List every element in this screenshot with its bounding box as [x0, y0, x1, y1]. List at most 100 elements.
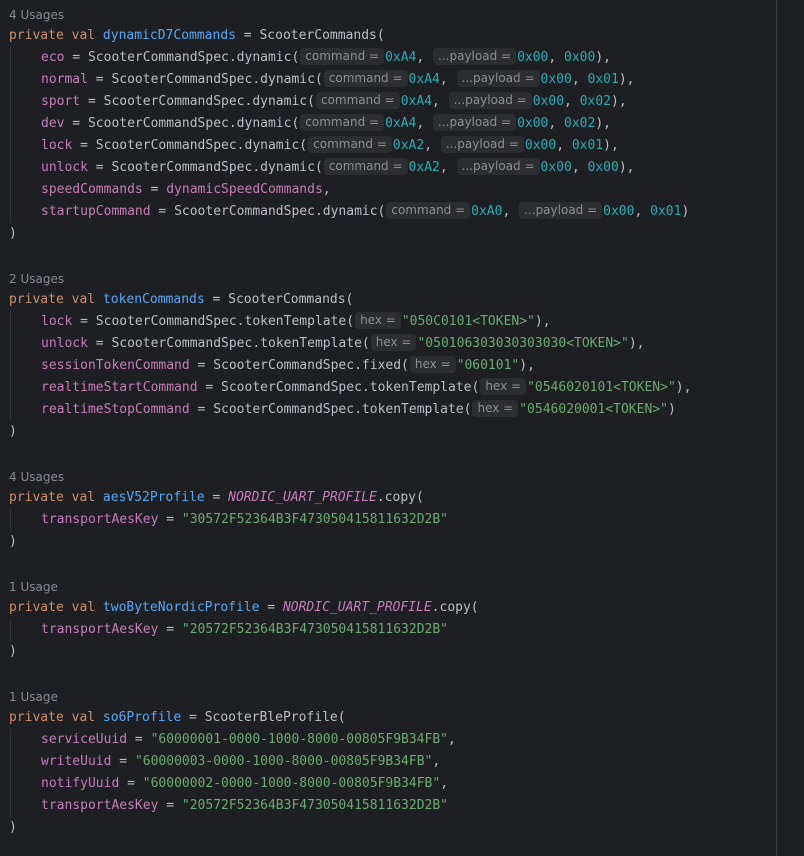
- operator-text: =: [119, 776, 143, 791]
- code-line[interactable]: realtimeStopCommand = ScooterCommandSpec…: [41, 399, 676, 421]
- punctuation-text: ,: [432, 754, 441, 769]
- declaration-name: tokenCommands: [102, 292, 205, 307]
- usages-inlay[interactable]: 4 Usages: [9, 469, 64, 485]
- code-line[interactable]: unlock = ScooterCommandSpec.tokenTemplat…: [41, 333, 644, 355]
- call-text: ScooterCommandSpec.dynamic(: [174, 204, 386, 219]
- call-text: .copy(: [431, 600, 479, 615]
- number-literal: 0xA4: [408, 72, 440, 87]
- string-literal: "050106303030303030<TOKEN>": [417, 336, 629, 351]
- number-literal: 0x02: [564, 116, 596, 131]
- property-name: sessionTokenCommand: [41, 358, 190, 373]
- punctuation-text: ),: [603, 138, 619, 153]
- operator-text: =: [142, 182, 167, 197]
- operator-text: =: [189, 402, 214, 417]
- punctuation-text: ,: [448, 732, 456, 747]
- operator-text: =: [72, 314, 96, 329]
- closing-paren-line[interactable]: ): [9, 817, 17, 839]
- parameter-name-hint: hex =: [370, 334, 417, 351]
- number-literal: 0x00: [603, 204, 635, 219]
- declaration-line[interactable]: private val so6Profile = ScooterBleProfi…: [9, 707, 346, 729]
- code-line[interactable]: lock = ScooterCommandSpec.dynamic(comman…: [41, 135, 619, 157]
- number-literal: 0x00: [587, 160, 619, 175]
- declaration-line[interactable]: private val dynamicD7Commands = ScooterC…: [9, 25, 385, 47]
- operator-text: =: [80, 94, 104, 109]
- operator-text: =: [204, 292, 229, 307]
- number-literal: 0x00: [524, 138, 557, 153]
- separator-text: ,: [564, 94, 580, 109]
- number-literal: 0xA4: [400, 94, 433, 109]
- usages-inlay[interactable]: 1 Usage: [9, 689, 58, 705]
- code-line[interactable]: realtimeStartCommand = ScooterCommandSpe…: [41, 377, 691, 399]
- call-text: ScooterCommandSpec.dynamic(: [103, 94, 315, 109]
- code-line[interactable]: transportAesKey = "20572F52364B3F4730504…: [41, 619, 448, 641]
- operator-text: =: [87, 336, 112, 351]
- number-literal: 0xA4: [385, 116, 417, 131]
- parameter-name-hint: ...payload =: [456, 158, 540, 175]
- call-text: ScooterCommandSpec.tokenTemplate(: [95, 314, 355, 329]
- call-text: ScooterCommandSpec.fixed(: [213, 358, 409, 373]
- string-literal: "30572F52364B3F473050415811632D2B": [181, 512, 448, 527]
- closing-paren-line[interactable]: ): [9, 531, 17, 553]
- code-line[interactable]: startupCommand = ScooterCommandSpec.dyna…: [41, 201, 689, 223]
- call-text: ScooterCommandSpec.tokenTemplate(: [111, 336, 370, 351]
- operator-text: =: [235, 28, 260, 43]
- parameter-name-hint: ...payload =: [519, 202, 603, 219]
- code-line[interactable]: transportAesKey = "30572F52364B3F4730504…: [41, 509, 448, 531]
- number-literal: 0x00: [564, 50, 596, 65]
- indent-guide: [10, 619, 11, 641]
- operator-text: =: [64, 50, 88, 65]
- property-name: transportAesKey: [41, 798, 159, 813]
- parameter-name-hint: ...payload =: [433, 48, 517, 65]
- number-literal: 0x00: [540, 160, 572, 175]
- indent-guide: [10, 47, 11, 223]
- declaration-line[interactable]: private val tokenCommands = ScooterComma…: [9, 289, 353, 311]
- string-literal: "60000003-0000-1000-8000-00805F9B34FB": [134, 754, 433, 769]
- keyword-text: private val: [9, 710, 103, 725]
- closing-paren-line[interactable]: ): [9, 223, 17, 245]
- operator-text: =: [111, 754, 135, 769]
- parameter-name-hint: hex =: [355, 312, 401, 329]
- code-editor[interactable]: 4 Usages private val dynamicD7Commands = …: [0, 0, 776, 856]
- string-literal: "050C0101<TOKEN>": [401, 314, 535, 329]
- usages-inlay[interactable]: 2 Usages: [9, 271, 64, 287]
- usages-inlay[interactable]: 4 Usages: [9, 7, 64, 23]
- string-literal: "0546020001<TOKEN>": [519, 402, 668, 417]
- number-literal: 0x02: [579, 94, 611, 109]
- string-literal: "20572F52364B3F473050415811632D2B": [181, 622, 448, 637]
- property-name: eco: [41, 50, 65, 65]
- usages-inlay[interactable]: 1 Usage: [9, 579, 58, 595]
- parameter-name-hint: hex =: [409, 356, 456, 373]
- operator-text: =: [150, 204, 175, 219]
- parameter-name-hint: hex =: [480, 378, 527, 395]
- code-line[interactable]: eco = ScooterCommandSpec.dynamic(command…: [41, 47, 611, 69]
- keyword-text: private val: [9, 292, 103, 307]
- property-name: serviceUuid: [41, 732, 128, 747]
- number-literal: 0xA4: [385, 50, 417, 65]
- declaration-line[interactable]: private val twoByteNordicProfile = NORDI…: [9, 597, 479, 619]
- separator-text: ,: [424, 138, 440, 153]
- code-line[interactable]: lock = ScooterCommandSpec.tokenTemplate(…: [41, 311, 551, 333]
- closing-paren-line[interactable]: ): [9, 641, 17, 663]
- code-line[interactable]: sessionTokenCommand = ScooterCommandSpec…: [41, 355, 535, 377]
- code-line[interactable]: transportAesKey = "20572F52364B3F4730504…: [41, 795, 448, 817]
- call-text: ScooterCommandSpec.dynamic(: [87, 116, 300, 131]
- code-line[interactable]: writeUuid = "60000003-0000-1000-8000-008…: [41, 751, 440, 773]
- declaration-name: dynamicD7Commands: [102, 28, 236, 43]
- code-line[interactable]: normal = ScooterCommandSpec.dynamic(comm…: [41, 69, 634, 91]
- code-line[interactable]: unlock = ScooterCommandSpec.dynamic(comm…: [41, 157, 634, 179]
- code-line[interactable]: notifyUuid = "60000002-0000-1000-8000-00…: [41, 773, 448, 795]
- operator-text: =: [72, 138, 96, 153]
- parameter-name-hint: ...payload =: [456, 70, 540, 87]
- string-literal: "60000001-0000-1000-8000-00805F9B34FB": [150, 732, 448, 747]
- operator-text: =: [64, 116, 88, 131]
- operator-text: =: [204, 490, 229, 505]
- closing-paren-line[interactable]: ): [9, 421, 17, 443]
- code-line[interactable]: serviceUuid = "60000001-0000-1000-8000-0…: [41, 729, 456, 751]
- vertical-scrollbar[interactable]: [777, 0, 804, 856]
- operator-text: =: [158, 512, 182, 527]
- declaration-line[interactable]: private val aesV52Profile = NORDIC_UART_…: [9, 487, 424, 509]
- code-line[interactable]: speedCommands = dynamicSpeedCommands,: [41, 179, 331, 201]
- code-line[interactable]: sport = ScooterCommandSpec.dynamic(comma…: [41, 91, 627, 113]
- indent-guide: [10, 509, 11, 531]
- code-line[interactable]: dev = ScooterCommandSpec.dynamic(command…: [41, 113, 611, 135]
